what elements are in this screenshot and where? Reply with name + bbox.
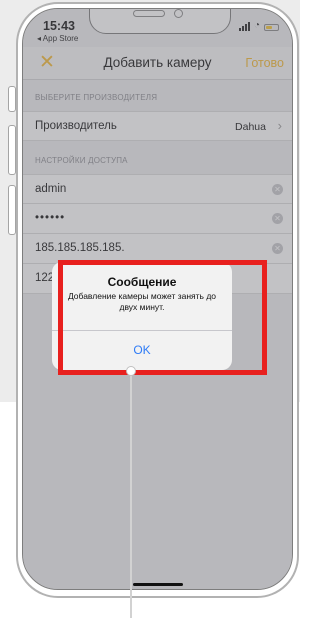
- callout-dot: [126, 366, 136, 376]
- mute-switch: [8, 86, 16, 112]
- home-indicator: [133, 583, 183, 586]
- highlight-frame: [58, 260, 267, 375]
- volume-up-button: [8, 125, 16, 175]
- callout-line: [130, 370, 132, 618]
- volume-down-button: [8, 185, 16, 235]
